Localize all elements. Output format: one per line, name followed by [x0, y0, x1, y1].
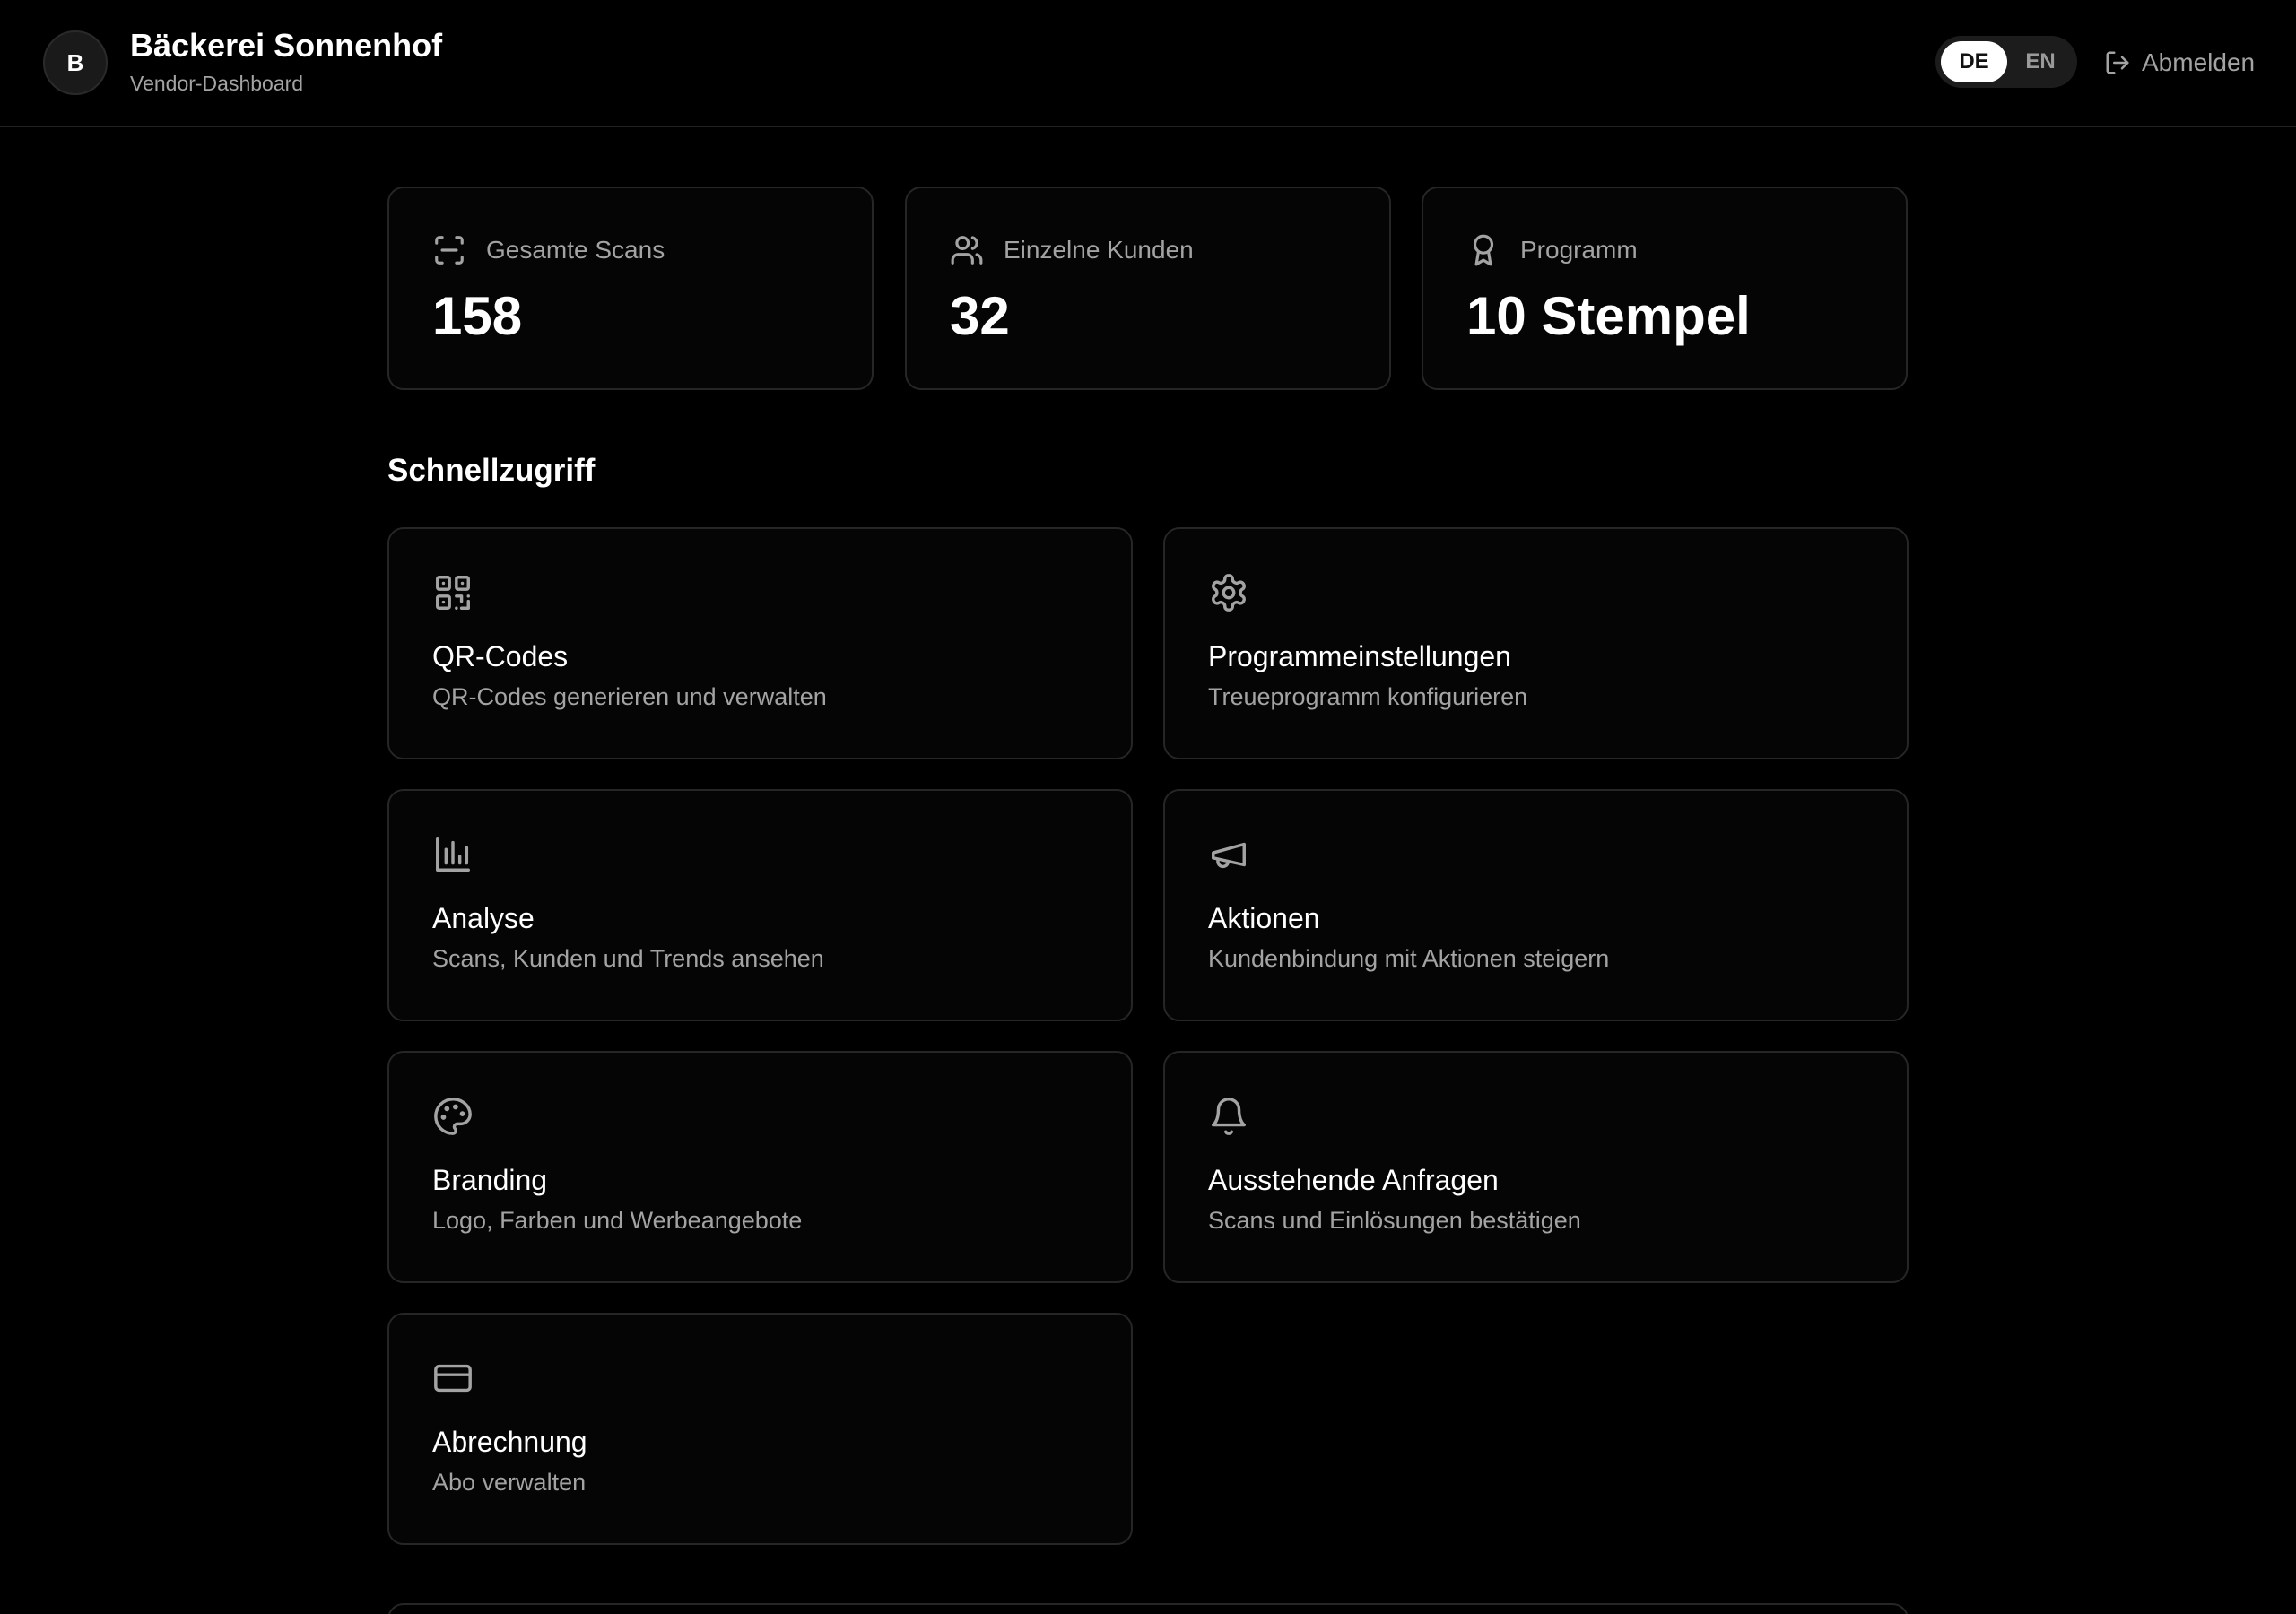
- tile-description: Abo verwalten: [432, 1469, 587, 1496]
- stat-value: 158: [432, 286, 523, 346]
- language-en-button[interactable]: EN: [2009, 41, 2072, 82]
- megaphone-icon: [1212, 842, 1246, 869]
- tile-pending-requests[interactable]: Ausstehende Anfragen Scans und Einlösung…: [1163, 1051, 1909, 1283]
- logout-label: Abmelden: [2142, 48, 2256, 76]
- stat-label: Programm: [1520, 236, 1638, 264]
- stat-card-unique-customers: Einzelne Kunden 32: [905, 187, 1391, 390]
- tile-promotions[interactable]: Aktionen Kundenbindung mit Aktionen stei…: [1163, 789, 1909, 1021]
- top-bar: B Bäckerei Sonnenhof Vendor-Dashboard DE…: [0, 0, 2296, 127]
- tile-title: Abrechnung: [432, 1426, 587, 1458]
- tile-title: Aktionen: [1208, 902, 1320, 934]
- dashboard-subtitle: Vendor-Dashboard: [130, 72, 304, 95]
- section-title-quick-access: Schnellzugriff: [387, 453, 596, 488]
- business-name: Bäckerei Sonnenhof: [130, 27, 443, 64]
- language-de-button[interactable]: DE: [1941, 41, 2007, 82]
- tile-title: Branding: [432, 1164, 548, 1196]
- bar-chart-icon: [436, 837, 470, 872]
- logout-icon: [2106, 51, 2129, 74]
- stat-card-program: Programm 10 Stempel: [1422, 187, 1908, 390]
- bell-icon: [1212, 1098, 1246, 1135]
- tile-description: Kundenbindung mit Aktionen steigern: [1208, 945, 1610, 972]
- tile-description: Scans und Einlösungen bestätigen: [1208, 1207, 1581, 1234]
- credit-card-icon: [434, 1364, 472, 1393]
- palette-icon: [434, 1098, 472, 1135]
- tile-title: Analyse: [432, 902, 535, 934]
- logout-button[interactable]: Abmelden: [2104, 43, 2255, 82]
- stat-card-total-scans: Gesamte Scans 158: [387, 187, 874, 390]
- qr-code-icon: [436, 576, 470, 610]
- scan-icon: [435, 236, 464, 265]
- tile-description: QR-Codes generieren und verwalten: [432, 683, 827, 710]
- avatar: B: [43, 30, 108, 95]
- tile-branding[interactable]: Branding Logo, Farben und Werbeangebote: [387, 1051, 1133, 1283]
- tile-analytics[interactable]: Analyse Scans, Kunden und Trends ansehen: [387, 789, 1133, 1021]
- tile-title: QR-Codes: [432, 640, 569, 672]
- tile-title: Ausstehende Anfragen: [1208, 1164, 1499, 1196]
- language-toggle: DE EN: [1935, 36, 2077, 88]
- tile-description: Scans, Kunden und Trends ansehen: [432, 945, 824, 972]
- users-icon: [951, 236, 983, 265]
- stat-header: Gesamte Scans: [432, 233, 665, 267]
- tile-qr-codes[interactable]: QR-Codes QR-Codes generieren und verwalt…: [387, 527, 1133, 759]
- stat-label: Gesamte Scans: [486, 236, 665, 264]
- award-icon: [1473, 234, 1494, 266]
- tile-description: Logo, Farben und Werbeangebote: [432, 1207, 803, 1234]
- stat-header: Einzelne Kunden: [950, 233, 1194, 267]
- tile-billing[interactable]: Abrechnung Abo verwalten: [387, 1313, 1133, 1545]
- tile-title: Programmeinstellungen: [1208, 640, 1511, 672]
- stat-value: 10 Stempel: [1466, 286, 1751, 346]
- gear-icon: [1212, 574, 1246, 612]
- stat-header: Programm: [1466, 233, 1638, 267]
- tile-program-settings[interactable]: Programmeinstellungen Treueprogramm konf…: [1163, 527, 1909, 759]
- next-section-card: [387, 1603, 1909, 1614]
- tile-description: Treueprogramm konfigurieren: [1208, 683, 1528, 710]
- stat-value: 32: [950, 286, 1010, 346]
- stat-label: Einzelne Kunden: [1004, 236, 1194, 264]
